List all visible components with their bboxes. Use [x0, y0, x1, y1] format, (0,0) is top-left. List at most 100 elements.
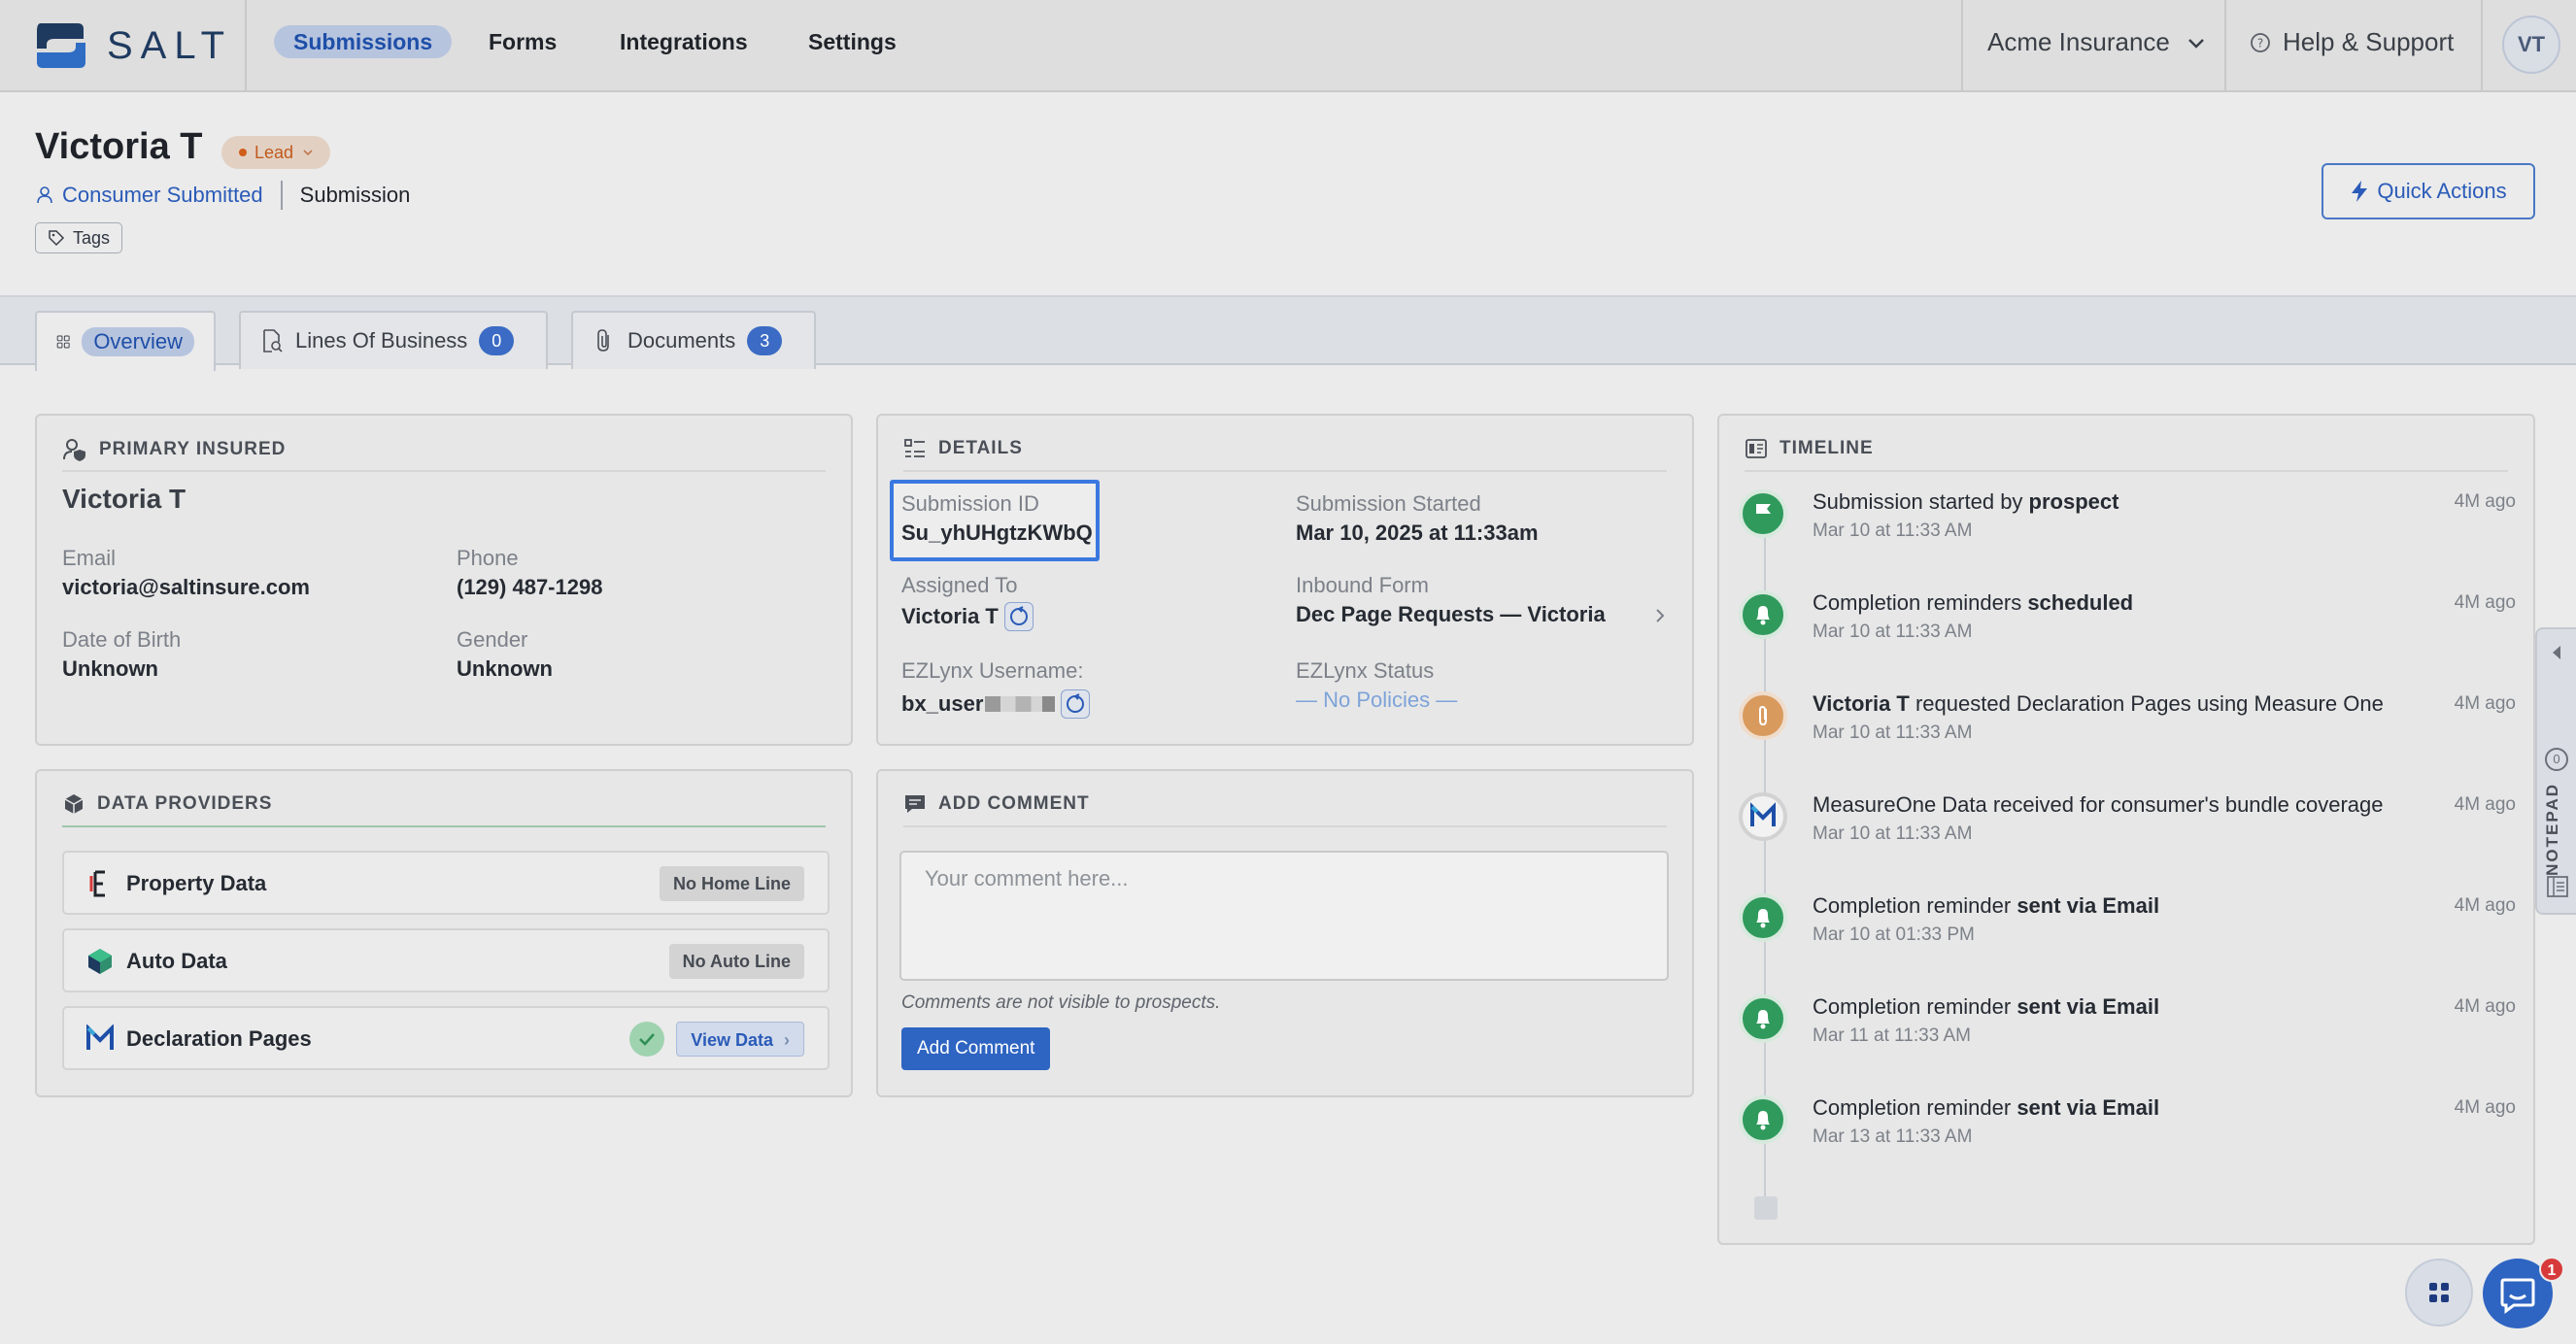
salt-logo[interactable]: SALT [33, 19, 232, 72]
timeline-ago: 4M ago [2454, 592, 2516, 613]
timeline-item: MeasureOne Data received for consumer's … [1739, 792, 2516, 851]
chevron-right-icon: › [784, 1030, 790, 1050]
sync-icon[interactable] [1061, 689, 1091, 719]
bell-icon [1739, 590, 1787, 639]
documents-count-badge: 3 [747, 326, 783, 355]
comment-textarea[interactable]: Your comment here... [899, 851, 1669, 981]
notepad-icon [2547, 876, 2568, 897]
insured-name: Victoria T [62, 484, 186, 514]
no-home-line-badge: No Home Line [659, 866, 804, 901]
tab-overview-label: Overview [82, 327, 194, 356]
list-details-icon [904, 439, 925, 457]
source-link[interactable]: Consumer Submitted [35, 183, 263, 208]
timeline-ago: 4M ago [2454, 491, 2516, 512]
notepad-label: NOTEPAD [2543, 783, 2561, 876]
tags-button[interactable]: Tags [35, 222, 123, 253]
card-divider [903, 470, 1667, 472]
gender-label: Gender [457, 627, 528, 652]
timeline-time: Mar 10 at 11:33 AM [1813, 722, 1973, 743]
ezlynx-status-label: EZLynx Status [1296, 658, 1435, 683]
paperclip-icon [597, 329, 609, 352]
auto-data-logo-icon [88, 949, 112, 974]
timeline-time: Mar 10 at 11:33 AM [1813, 622, 1973, 642]
nav-integrations[interactable]: Integrations [600, 25, 767, 58]
ezlynx-status-value: — No Policies — [1296, 688, 1458, 712]
notepad-tab[interactable]: 0 NOTEPAD [2535, 627, 2576, 915]
nav-divider [245, 0, 247, 92]
timeline-item: Victoria T requested Declaration Pages u… [1739, 691, 2516, 750]
lines-count-badge: 0 [479, 326, 515, 355]
paperclip-icon [1739, 691, 1787, 740]
bell-icon [1739, 994, 1787, 1043]
phone-value[interactable]: (129) 487-1298 [457, 575, 602, 600]
timeline-item: Completion reminder sent via Email Mar 1… [1739, 893, 2516, 952]
provider-auto-data: Auto Data No Auto Line [62, 928, 830, 992]
nav-submissions[interactable]: Submissions [274, 25, 453, 58]
add-comment-button[interactable]: Add Comment [901, 1027, 1051, 1070]
dob-value: Unknown [62, 656, 158, 681]
timeline-header: TIMELINE [1745, 437, 1874, 460]
timeline-time: Mar 10 at 11:33 AM [1813, 521, 1973, 541]
view-data-button[interactable]: View Data › [676, 1022, 804, 1057]
cube-icon [64, 794, 84, 814]
inbound-form-value[interactable]: Dec Page Requests — Victoria [1296, 602, 1606, 627]
org-name: Acme Insurance [1987, 27, 2170, 56]
grid-icon [56, 335, 70, 349]
assigned-to-label: Assigned To [901, 573, 1018, 597]
status-dot-icon [239, 149, 247, 156]
reassign-icon[interactable] [1003, 602, 1034, 631]
gender-value: Unknown [457, 656, 553, 681]
bell-icon [1739, 1095, 1787, 1144]
top-navbar: SALT Submissions Forms Integrations Sett… [0, 0, 2576, 92]
timeline-item: Submission started by prospect Mar 10 at… [1739, 489, 2516, 548]
email-label: Email [62, 546, 117, 570]
status-badge[interactable]: Lead [221, 136, 331, 169]
ezlynx-username-row: bx_user [901, 689, 1091, 719]
caret-left-icon [2553, 646, 2560, 659]
tab-lines-of-business[interactable]: Lines Of Business 0 [239, 311, 548, 369]
apps-button[interactable] [2405, 1259, 2473, 1327]
timeline-ago: 4M ago [2454, 1097, 2516, 1118]
timeline-title-text: Submission started by prospect [1813, 489, 2119, 514]
check-circle-icon [629, 1022, 664, 1057]
quick-actions-label: Quick Actions [2377, 179, 2507, 203]
data-providers-title: DATA PROVIDERS [97, 793, 273, 814]
data-providers-header: DATA PROVIDERS [62, 792, 272, 816]
chevron-down-icon [303, 150, 313, 156]
comment-icon [905, 795, 925, 813]
nav-settings[interactable]: Settings [789, 25, 916, 58]
provider-declaration-pages: Declaration Pages View Data › [62, 1006, 830, 1070]
add-comment-title: ADD COMMENT [938, 793, 1090, 814]
timeline-icon [1746, 439, 1767, 458]
timeline-title-text: Completion reminders scheduled [1813, 590, 2134, 615]
tab-documents-label: Documents [627, 328, 736, 353]
submission-started-label: Submission Started [1296, 491, 1481, 516]
comment-visibility-note: Comments are not visible to prospects. [901, 992, 1221, 1013]
tab-overview[interactable]: Overview [35, 311, 216, 371]
timeline-time: Mar 13 at 11:33 AM [1813, 1126, 1973, 1147]
salt-logo-icon [37, 23, 85, 68]
org-selector[interactable]: Acme Insurance [1987, 27, 2207, 57]
timeline-time: Mar 11 at 11:33 AM [1813, 1025, 1971, 1046]
chevron-right-icon[interactable] [1651, 606, 1669, 625]
details-header: DETAILS [903, 437, 1023, 460]
help-support-link[interactable]: ? Help & Support [2250, 27, 2454, 57]
timeline-ago: 4M ago [2454, 693, 2516, 714]
tab-documents[interactable]: Documents 3 [571, 311, 816, 369]
timeline-title-text: Completion reminder sent via Email [1813, 994, 2160, 1019]
timeline-title-text: MeasureOne Data received for consumer's … [1813, 792, 2384, 817]
email-value[interactable]: victoria@saltinsure.com [62, 575, 310, 600]
provider-name: Property Data [126, 871, 267, 895]
timeline-time: Mar 10 at 01:33 PM [1813, 924, 1975, 945]
dob-label: Date of Birth [62, 627, 182, 652]
notepad-count: 0 [2545, 748, 2568, 771]
apps-grid-icon [2429, 1283, 2449, 1302]
user-avatar[interactable]: VT [2502, 16, 2560, 74]
timeline-ago: 4M ago [2454, 895, 2516, 916]
nav-forms[interactable]: Forms [469, 25, 576, 58]
quick-actions-button[interactable]: Quick Actions [2322, 163, 2535, 219]
submission-id-value[interactable]: Su_yhUHgtzKWbQ [901, 521, 1093, 546]
timeline-item: Completion reminder sent via Email Mar 1… [1739, 1095, 2516, 1154]
assigned-to-row: Victoria T [901, 602, 1034, 631]
timeline-time: Mar 10 at 11:33 AM [1813, 823, 1973, 844]
